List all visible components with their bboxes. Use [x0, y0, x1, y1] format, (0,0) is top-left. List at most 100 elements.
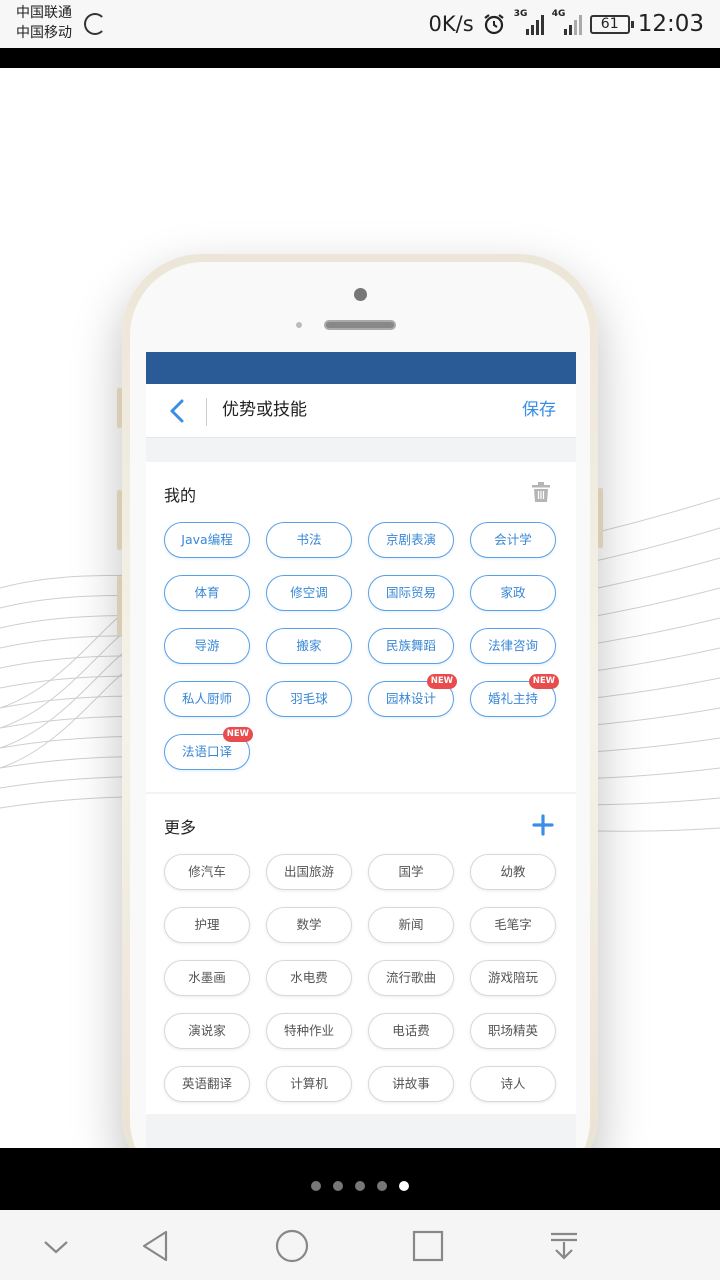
- more-skill-tag[interactable]: 护理: [164, 907, 250, 943]
- proximity-sensor: [296, 322, 302, 328]
- my-skills-title: 我的: [164, 486, 197, 505]
- notification-pull-icon[interactable]: [546, 1228, 582, 1264]
- tag-label: 电话费: [392, 1023, 430, 1038]
- tag-label: 法律咨询: [487, 638, 538, 653]
- more-skill-tag[interactable]: 水墨画: [164, 960, 250, 996]
- more-skill-tag[interactable]: 游戏陪玩: [470, 960, 556, 996]
- more-skill-tag[interactable]: 职场精英: [470, 1013, 556, 1049]
- tag-label: 家政: [500, 585, 526, 600]
- my-skill-tag[interactable]: 体育: [164, 575, 250, 611]
- phone-side-button: [117, 388, 122, 428]
- tag-label: 园林设计: [385, 691, 436, 706]
- new-badge: NEW: [426, 674, 457, 689]
- my-skill-tag[interactable]: 法语口译 NEW: [164, 727, 253, 770]
- my-skill-tag[interactable]: Java编程: [164, 522, 250, 558]
- tag-label: 书法: [296, 532, 322, 547]
- sync-icon: [84, 13, 106, 35]
- carousel-dot[interactable]: [333, 1181, 343, 1191]
- tag-label: 羽毛球: [290, 691, 328, 706]
- more-skills-section: 更多 修汽车 出国旅游 国学 幼教 护理 数学 新闻 毛笔字 水墨画 水电费 流行歌曲 游戏陪玩 演说家…: [146, 794, 576, 1114]
- page-title: 优势或技能: [222, 400, 307, 420]
- system-navigation-bar: [0, 1210, 720, 1280]
- tag-label: 民族舞蹈: [385, 638, 436, 653]
- carrier-names: 中国联通 中国移动: [16, 3, 72, 43]
- home-circle-icon[interactable]: [274, 1228, 310, 1264]
- signal-4g-icon: 4G: [552, 9, 582, 35]
- navbar-divider: [206, 398, 207, 426]
- tag-label: 诗人: [500, 1076, 526, 1091]
- carousel-dot[interactable]: [311, 1181, 321, 1191]
- more-skill-tag[interactable]: 讲故事: [368, 1066, 454, 1102]
- tag-label: 私人厨师: [181, 691, 232, 706]
- carousel-dot[interactable]: [355, 1181, 365, 1191]
- front-camera: [354, 288, 367, 301]
- tag-label: 体育: [194, 585, 220, 600]
- my-skill-tag[interactable]: 会计学: [470, 522, 556, 558]
- plus-icon[interactable]: [532, 814, 554, 836]
- new-badge: NEW: [222, 727, 253, 742]
- tag-label: 护理: [194, 917, 220, 932]
- more-skill-tag[interactable]: 英语翻译: [164, 1066, 250, 1102]
- tag-label: 搬家: [296, 638, 322, 653]
- back-chevron-icon[interactable]: [166, 398, 190, 424]
- my-skill-tag[interactable]: 搬家: [266, 628, 352, 664]
- back-triangle-icon[interactable]: [138, 1228, 174, 1264]
- more-skill-tag[interactable]: 水电费: [266, 960, 352, 996]
- more-skill-tag[interactable]: 新闻: [368, 907, 454, 943]
- more-skill-tag[interactable]: 诗人: [470, 1066, 556, 1102]
- chevron-down-icon[interactable]: [38, 1228, 74, 1264]
- status-bar: 中国联通 中国移动 0K/s 3G 4G 61 12:03: [0, 0, 720, 48]
- tag-label: 幼教: [500, 864, 526, 879]
- tag-label: 国学: [398, 864, 424, 879]
- more-skill-tag[interactable]: 电话费: [368, 1013, 454, 1049]
- tag-label: 水墨画: [188, 970, 226, 985]
- tag-label: 职场精英: [487, 1023, 538, 1038]
- my-skill-tag[interactable]: 民族舞蹈: [368, 628, 454, 664]
- signal-3g-tag: 3G: [513, 9, 528, 19]
- battery-icon: 61: [589, 14, 634, 34]
- my-skill-tag[interactable]: 书法: [266, 522, 352, 558]
- more-skill-tag[interactable]: 计算机: [266, 1066, 352, 1102]
- tag-label: 水电费: [290, 970, 328, 985]
- more-skill-tag[interactable]: 数学: [266, 907, 352, 943]
- tag-label: 京剧表演: [385, 532, 436, 547]
- my-skill-tag[interactable]: 国际贸易: [368, 575, 454, 611]
- tag-label: 讲故事: [392, 1076, 430, 1091]
- phone-power-button: [598, 488, 603, 548]
- more-skill-tag[interactable]: 修汽车: [164, 854, 250, 890]
- carousel-dot[interactable]: [399, 1181, 409, 1191]
- my-skill-tag[interactable]: 园林设计 NEW: [368, 674, 457, 717]
- my-skill-tag[interactable]: 导游: [164, 628, 250, 664]
- status-indicators: 0K/s 3G 4G 61 12:03: [429, 9, 704, 39]
- my-skill-tag[interactable]: 婚礼主持 NEW: [470, 674, 559, 717]
- my-skill-tag[interactable]: 法律咨询: [470, 628, 556, 664]
- save-button[interactable]: 保存: [522, 398, 556, 422]
- more-skill-tag[interactable]: 流行歌曲: [368, 960, 454, 996]
- tag-label: 计算机: [290, 1076, 328, 1091]
- more-skill-tag[interactable]: 幼教: [470, 854, 556, 890]
- carousel-dot[interactable]: [377, 1181, 387, 1191]
- recents-square-icon[interactable]: [410, 1228, 446, 1264]
- tag-label: 流行歌曲: [385, 970, 436, 985]
- tag-label: 会计学: [494, 532, 532, 547]
- signal-3g-icon: 3G: [514, 9, 544, 35]
- tag-label: 婚礼主持: [487, 691, 538, 706]
- more-skill-tag[interactable]: 特种作业: [266, 1013, 352, 1049]
- tag-label: 游戏陪玩: [487, 970, 538, 985]
- my-skill-tag[interactable]: 羽毛球: [266, 681, 352, 717]
- tag-label: 修汽车: [188, 864, 226, 879]
- more-skill-tag[interactable]: 国学: [368, 854, 454, 890]
- bottom-letterbox: [0, 1148, 720, 1210]
- trash-icon[interactable]: [532, 482, 550, 502]
- my-skill-tag[interactable]: 修空调: [266, 575, 352, 611]
- carrier-1: 中国联通: [16, 5, 72, 21]
- more-skill-tag[interactable]: 演说家: [164, 1013, 250, 1049]
- more-skill-tag[interactable]: 出国旅游: [266, 854, 352, 890]
- my-skill-tag[interactable]: 京剧表演: [368, 522, 454, 558]
- more-skill-tag[interactable]: 毛笔字: [470, 907, 556, 943]
- my-skill-tag[interactable]: 家政: [470, 575, 556, 611]
- my-skill-tag[interactable]: 私人厨师: [164, 681, 250, 717]
- signal-4g-tag: 4G: [551, 9, 566, 19]
- app-status-bar: [146, 352, 576, 384]
- tag-label: 毛笔字: [494, 917, 532, 932]
